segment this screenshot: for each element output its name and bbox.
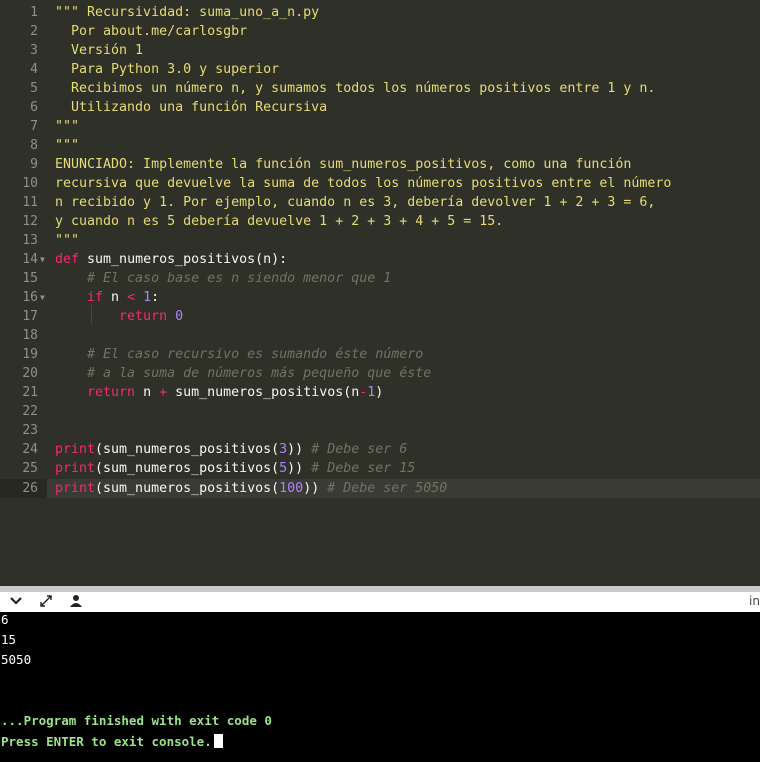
output-line: 6 bbox=[1, 612, 9, 627]
code-text: (sum_numeros_positivos( bbox=[95, 481, 280, 496]
line-number: 17 bbox=[22, 309, 38, 324]
code-line: Recibimos un número n, y sumamos todos l… bbox=[55, 81, 656, 96]
line-number: 23 bbox=[22, 423, 38, 438]
operator: < bbox=[127, 290, 136, 305]
line-number: 2 bbox=[30, 24, 38, 39]
code-line: ENUNCIADO: Implemente la función sum_num… bbox=[55, 157, 632, 172]
line-number: 12 bbox=[22, 214, 38, 229]
code-text: (sum_numeros_positivos( bbox=[95, 461, 280, 476]
line-number: 10 bbox=[22, 176, 38, 191]
line-number: 13 bbox=[22, 233, 38, 248]
code-comment: # a la suma de números más pequeño que é… bbox=[55, 366, 432, 381]
number-literal: 3 bbox=[279, 442, 288, 457]
code-text: ) bbox=[375, 385, 384, 400]
code-line: return n + sum_numeros_positivos(n-1) bbox=[55, 383, 383, 402]
code-line: return 0 bbox=[55, 307, 183, 326]
code-comment: # Debe ser 6 bbox=[311, 442, 408, 457]
line-number: 7 bbox=[30, 119, 38, 134]
line-number: 21 bbox=[22, 385, 38, 400]
code-text: sum_numeros_positivos(n bbox=[167, 385, 360, 400]
code-line: Para Python 3.0 y superior bbox=[55, 62, 280, 77]
line-number: 20 bbox=[22, 366, 38, 381]
keyword: def bbox=[55, 252, 80, 267]
code-editor[interactable]: 1 2 3 4 5 6 7 8 9 10 11 12 13 14 15 16 1… bbox=[0, 0, 760, 586]
code-text: )) bbox=[287, 442, 312, 457]
expand-arrows-icon[interactable] bbox=[39, 594, 53, 613]
line-number: 14 bbox=[22, 252, 38, 267]
code-line: Versión 1 bbox=[55, 43, 144, 58]
number-literal: 1 bbox=[143, 290, 152, 305]
code-text: (n): bbox=[255, 252, 288, 267]
code-comment: # El caso recursivo es sumando éste núme… bbox=[55, 347, 424, 362]
code-line: recursiva que devuelve la suma de todos … bbox=[55, 176, 672, 191]
builtin-print: print bbox=[55, 461, 96, 476]
code-line: """ Recursividad: suma_uno_a_n.py bbox=[55, 5, 320, 20]
code-line: print(sum_numeros_positivos(3)) # Debe s… bbox=[55, 440, 407, 459]
code-text: )) bbox=[303, 481, 328, 496]
exit-status-line: ...Program finished with exit code 0 bbox=[1, 713, 272, 728]
line-number: 8 bbox=[30, 138, 38, 153]
keyword: return bbox=[55, 309, 168, 324]
code-line: print(sum_numeros_positivos(5)) # Debe s… bbox=[55, 459, 415, 478]
number-literal: 100 bbox=[279, 481, 304, 496]
number-literal: 5 bbox=[279, 461, 288, 476]
function-name: sum_numeros_positivos bbox=[79, 252, 256, 267]
builtin-print: print bbox=[55, 442, 96, 457]
console-output[interactable]: 6 15 5050 ...Program finished with exit … bbox=[0, 612, 760, 762]
keyword: return bbox=[55, 385, 136, 400]
user-icon[interactable] bbox=[69, 594, 83, 613]
toolbar-right-text: in bbox=[749, 594, 760, 608]
output-line: 5050 bbox=[1, 652, 32, 667]
code-line: Utilizando una función Recursiva bbox=[55, 100, 328, 115]
fold-arrow-icon[interactable]: ▼ bbox=[40, 288, 45, 307]
code-line: """ bbox=[55, 233, 80, 248]
code-line: n recibido y 1. Por ejemplo, cuando n es… bbox=[55, 195, 656, 210]
code-line: """ bbox=[55, 119, 80, 134]
code-comment: # Debe ser 15 bbox=[311, 461, 416, 476]
line-number: 16 bbox=[22, 290, 38, 305]
line-number: 25 bbox=[22, 461, 38, 476]
line-number: 9 bbox=[30, 157, 38, 172]
line-number: 18 bbox=[22, 328, 38, 343]
code-text: n bbox=[103, 290, 128, 305]
code-line: """ bbox=[55, 138, 80, 153]
code-line: print(sum_numeros_positivos(100)) # Debe… bbox=[55, 479, 447, 498]
line-number: 15 bbox=[22, 271, 38, 286]
fold-arrow-icon[interactable]: ▼ bbox=[40, 250, 45, 269]
line-number: 5 bbox=[30, 81, 38, 96]
keyword: if bbox=[55, 290, 104, 305]
code-line: y cuando n es 5 debería devuelve 1 + 2 +… bbox=[55, 214, 504, 229]
code-comment: # El caso base es n siendo menor que 1 bbox=[55, 271, 392, 286]
line-number: 22 bbox=[22, 404, 38, 419]
line-number: 26 bbox=[22, 481, 38, 496]
line-number: 6 bbox=[30, 100, 38, 115]
operator: + bbox=[159, 385, 168, 400]
output-line: 15 bbox=[1, 632, 17, 647]
line-number: 3 bbox=[30, 43, 38, 58]
text-cursor bbox=[213, 734, 223, 748]
code-text: n bbox=[135, 385, 160, 400]
line-number: 1 bbox=[30, 5, 38, 20]
line-number: 19 bbox=[22, 347, 38, 362]
chevron-down-icon[interactable] bbox=[9, 594, 23, 613]
console-toolbar: in bbox=[0, 586, 760, 612]
code-text: : bbox=[151, 290, 160, 305]
code-line: Por about.me/carlosgbr bbox=[55, 24, 248, 39]
code-line: def sum_numeros_positivos(n): bbox=[55, 250, 287, 269]
code-comment: # Debe ser 5050 bbox=[327, 481, 448, 496]
line-number: 11 bbox=[22, 195, 38, 210]
number-literal: 0 bbox=[175, 309, 184, 324]
builtin-print: print bbox=[55, 481, 96, 496]
code-text: )) bbox=[287, 461, 312, 476]
code-line: if n < 1: bbox=[55, 288, 159, 307]
line-number: 24 bbox=[22, 442, 38, 457]
line-number: 4 bbox=[30, 62, 38, 77]
press-enter-text: Press ENTER to exit console. bbox=[1, 734, 212, 749]
press-enter-line: Press ENTER to exit console. bbox=[1, 732, 223, 752]
code-text: (sum_numeros_positivos( bbox=[95, 442, 280, 457]
